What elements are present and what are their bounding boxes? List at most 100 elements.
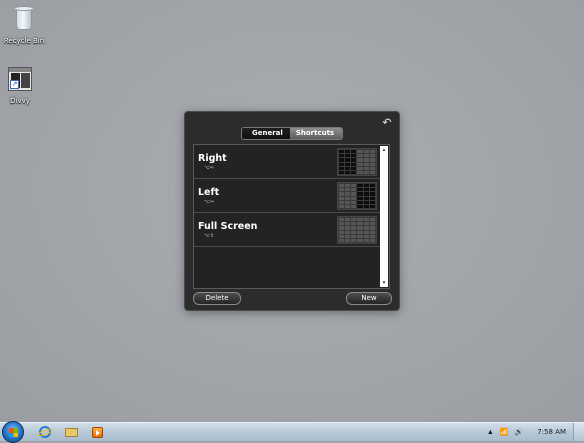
grid-cell — [339, 154, 345, 158]
layout-grid-preview — [337, 148, 377, 176]
back-arrow-icon[interactable]: ↶ — [381, 117, 393, 129]
divvy-preferences-dialog: ↶ General Shortcuts Right ⌥⇨ Left ⌥⇦ Ful… — [184, 111, 400, 311]
layout-grid-preview — [337, 182, 377, 210]
grid-cell — [351, 170, 357, 174]
grid-cell — [363, 166, 369, 170]
grid-cell — [363, 204, 369, 208]
grid-cell — [357, 226, 363, 230]
clock[interactable]: 7:58 AM — [537, 428, 566, 436]
grid-cell — [345, 222, 351, 226]
grid-cell — [363, 188, 369, 192]
grid-cell — [351, 238, 357, 242]
media-player-icon — [92, 427, 103, 438]
tab-bar: General Shortcuts — [241, 127, 344, 140]
grid-cell — [369, 204, 375, 208]
grid-cell — [369, 226, 375, 230]
divvy-app-icon: ↗ — [5, 64, 35, 94]
list-scrollbar[interactable]: ▲ ▼ — [380, 146, 388, 287]
grid-cell — [345, 196, 351, 200]
grid-cell — [339, 226, 345, 230]
grid-cell — [357, 234, 363, 238]
grid-cell — [351, 150, 357, 154]
internet-explorer-button[interactable] — [36, 425, 54, 440]
grid-cell — [357, 166, 363, 170]
desktop: Recycle Bin ↗ Divvy ↶ General Shortcuts … — [0, 0, 584, 422]
grid-cell — [357, 192, 363, 196]
grid-cell — [369, 154, 375, 158]
grid-cell — [345, 200, 351, 204]
shortcut-row[interactable]: Left ⌥⇦ — [194, 179, 381, 213]
tab-general[interactable]: General — [242, 128, 290, 139]
shortcut-row[interactable]: Full Screen ⌥⇧ — [194, 213, 381, 247]
grid-cell — [345, 234, 351, 238]
grid-cell — [351, 196, 357, 200]
windows-explorer-button[interactable] — [63, 425, 81, 440]
tab-shortcuts[interactable]: Shortcuts — [289, 128, 343, 139]
grid-cell — [369, 230, 375, 234]
system-tray: ▲ 📶 🔊 7:58 AM — [487, 423, 566, 441]
grid-cell — [369, 192, 375, 196]
grid-cell — [363, 222, 369, 226]
recycle-bin-icon — [9, 4, 39, 34]
layout-grid-preview — [337, 216, 377, 244]
recycle-bin-label: Recycle Bin — [3, 37, 45, 45]
divvy-shortcut[interactable]: ↗ Divvy — [0, 64, 44, 105]
grid-cell — [363, 150, 369, 154]
grid-cell — [357, 150, 363, 154]
scroll-up-arrow-icon[interactable]: ▲ — [380, 146, 388, 154]
new-button[interactable]: New — [346, 292, 392, 305]
grid-cell — [357, 238, 363, 242]
grid-cell — [369, 170, 375, 174]
grid-cell — [357, 230, 363, 234]
grid-cell — [339, 192, 345, 196]
grid-cell — [339, 204, 345, 208]
grid-cell — [345, 192, 351, 196]
delete-button[interactable]: Delete — [193, 292, 241, 305]
grid-cell — [351, 162, 357, 166]
media-player-button[interactable] — [89, 425, 107, 440]
show-desktop-button[interactable] — [573, 423, 584, 441]
grid-cell — [345, 238, 351, 242]
grid-cell — [363, 200, 369, 204]
windows-explorer-icon — [65, 428, 78, 437]
grid-cell — [339, 184, 345, 188]
grid-cell — [363, 170, 369, 174]
grid-cell — [369, 196, 375, 200]
grid-cell — [339, 188, 345, 192]
grid-cell — [369, 150, 375, 154]
show-hidden-icons-icon[interactable]: ▲ — [487, 429, 494, 436]
grid-cell — [351, 226, 357, 230]
grid-cell — [357, 200, 363, 204]
scroll-track[interactable] — [381, 155, 387, 278]
grid-cell — [351, 234, 357, 238]
grid-cell — [345, 166, 351, 170]
volume-icon[interactable]: 🔊 — [515, 428, 524, 436]
grid-cell — [357, 162, 363, 166]
grid-cell — [363, 196, 369, 200]
grid-cell — [351, 188, 357, 192]
grid-cell — [339, 196, 345, 200]
start-button[interactable] — [2, 421, 24, 443]
grid-cell — [363, 218, 369, 222]
grid-cell — [369, 158, 375, 162]
grid-cell — [357, 188, 363, 192]
shortcut-key-label: ⌥⇦ — [204, 199, 214, 205]
grid-cell — [351, 218, 357, 222]
grid-cell — [345, 204, 351, 208]
divvy-label: Divvy — [10, 97, 30, 105]
grid-cell — [357, 170, 363, 174]
grid-cell — [351, 222, 357, 226]
shortcut-row[interactable]: Right ⌥⇨ — [194, 145, 381, 179]
network-icon[interactable]: 📶 — [500, 428, 509, 436]
shortcut-key-label: ⌥⇧ — [204, 233, 214, 239]
grid-cell — [369, 184, 375, 188]
shortcut-name: Full Screen — [198, 221, 258, 232]
grid-cell — [345, 226, 351, 230]
scroll-down-arrow-icon[interactable]: ▼ — [380, 279, 388, 287]
recycle-bin-shortcut[interactable]: Recycle Bin — [0, 4, 48, 45]
grid-cell — [363, 184, 369, 188]
shortcut-name: Left — [198, 187, 220, 198]
grid-cell — [345, 188, 351, 192]
grid-cell — [369, 222, 375, 226]
grid-cell — [357, 184, 363, 188]
